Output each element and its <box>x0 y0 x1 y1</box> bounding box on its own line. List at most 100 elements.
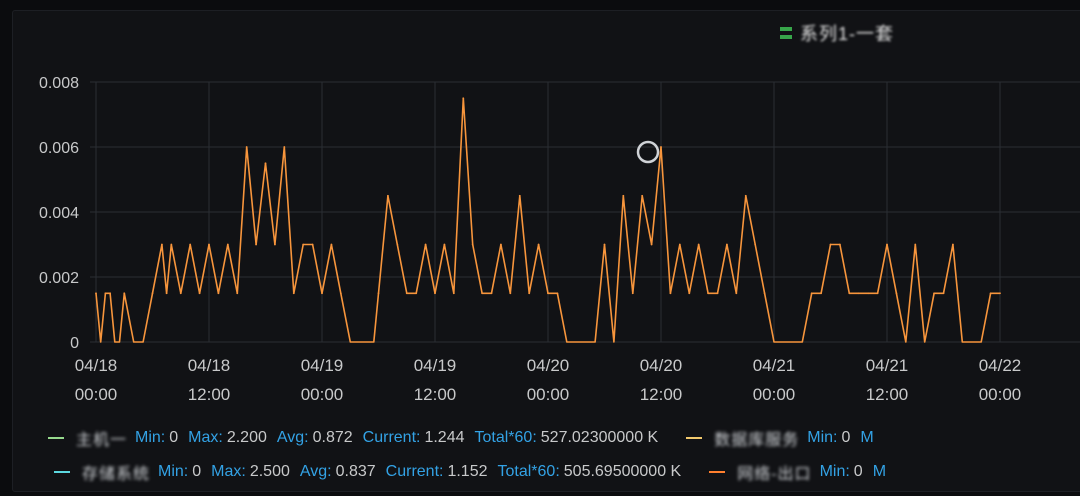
data-point <box>123 292 126 295</box>
data-point <box>104 292 107 295</box>
x-tick-time: 12:00 <box>188 385 231 404</box>
data-point <box>763 292 766 295</box>
x-tick-date: 04/20 <box>527 356 570 375</box>
legend-min-value: 0 <box>192 463 202 480</box>
legend-max-value: 2.200 <box>226 429 267 446</box>
legend-avg-value: 0.837 <box>335 463 376 480</box>
data-point <box>999 292 1001 295</box>
x-tick-time: 12:00 <box>640 385 683 404</box>
data-point <box>556 292 559 295</box>
data-point <box>895 292 898 295</box>
data-point <box>283 146 286 148</box>
legend-min-label: Min: <box>158 463 189 480</box>
chart-svg: 04/18 00:00 04/18 12:00 04/19 00:00 04/19 12:00… <box>39 75 1080 404</box>
data-point <box>848 292 851 295</box>
legend-avg-value: 0.872 <box>312 429 353 446</box>
legend-total-label: Total*60: <box>474 429 537 446</box>
y-axis: 0.008 0.006 0.004 0.002 0 <box>39 75 79 352</box>
legend-series-name[interactable]: 存储系统 <box>82 460 150 484</box>
data-point <box>311 243 314 246</box>
x-tick-date: 04/19 <box>414 356 457 375</box>
y-tick-label: 0 <box>70 335 79 352</box>
data-point <box>500 243 502 246</box>
data-point <box>867 292 870 295</box>
legend-min-value: 0 <box>841 429 851 446</box>
legend-min-label: Min: <box>135 429 166 446</box>
data-point <box>641 194 644 197</box>
x-tick-time: 00:00 <box>301 385 344 404</box>
data-point <box>339 292 342 295</box>
data-point <box>443 243 446 246</box>
data-point <box>161 243 163 246</box>
data-point <box>189 243 192 246</box>
x-tick-date: 04/20 <box>640 356 683 375</box>
data-point <box>226 243 229 246</box>
legend-series-name[interactable]: 主机一 <box>76 426 127 450</box>
data-point <box>264 162 267 165</box>
data-point <box>933 292 935 295</box>
data-point <box>179 292 182 295</box>
data-point <box>989 292 992 295</box>
legend-total-label: Total*60: <box>497 463 560 480</box>
cursor-marker <box>636 140 660 164</box>
legend-current-label: Current: <box>385 463 444 480</box>
x-tick-date: 04/21 <box>753 356 796 375</box>
x-tick-date: 04/19 <box>301 356 344 375</box>
data-point <box>810 292 813 295</box>
data-point <box>509 292 512 295</box>
x-tick-date: 04/21 <box>866 356 909 375</box>
legend-row: 主机一 Min: 0 Max: 2.200 Avg: 0.872 Current: 1.244 T… <box>0 426 1080 450</box>
x-axis: 04/18 00:00 04/18 12:00 04/19 00:00 04/19 12:00… <box>75 356 1022 404</box>
data-point <box>678 243 681 246</box>
data-point <box>726 243 728 246</box>
y-tick-label: 0.002 <box>39 270 79 287</box>
data-point <box>255 243 257 246</box>
data-point <box>415 292 418 295</box>
legend-top[interactable]: 系列1-一套 <box>780 22 894 44</box>
x-tick-time: 00:00 <box>753 385 796 404</box>
legend-color-line[interactable] <box>54 471 70 473</box>
data-point <box>405 292 408 295</box>
x-tick-time: 12:00 <box>414 385 457 404</box>
legend-series-name[interactable]: 网络-出口 <box>737 460 811 484</box>
x-tick-time: 00:00 <box>527 385 570 404</box>
legend-color-line[interactable] <box>686 437 703 439</box>
data-point <box>396 243 399 246</box>
data-point <box>170 243 173 246</box>
data-point <box>914 243 917 246</box>
data-point <box>518 194 521 197</box>
legend-swatch <box>780 27 792 39</box>
data-point <box>471 243 474 246</box>
data-point <box>603 243 606 246</box>
legend-max-label: M <box>872 463 887 480</box>
data-point <box>481 292 483 295</box>
x-tick-time: 12:00 <box>866 385 909 404</box>
data-point <box>952 243 954 246</box>
data-point <box>274 243 276 246</box>
legend-max-label: M <box>860 429 874 446</box>
data-point <box>669 292 672 295</box>
legend-series-name[interactable]: 数据库服务 <box>714 426 799 450</box>
data-point <box>829 243 832 246</box>
legend-total-value: 527.02300000 K <box>540 429 659 446</box>
data-point <box>208 243 210 246</box>
data-point <box>302 243 305 246</box>
data-point <box>650 243 653 246</box>
legend-current-label: Current: <box>362 429 421 446</box>
legend-min-label: Min: <box>807 429 838 446</box>
legend-min-label: Min: <box>819 463 850 480</box>
data-point <box>95 292 97 295</box>
data-point <box>716 292 719 295</box>
data-point <box>198 292 201 295</box>
x-tick-time: 00:00 <box>979 385 1022 404</box>
data-point <box>707 292 709 295</box>
data-point <box>245 146 248 148</box>
data-point <box>151 292 154 295</box>
y-tick-label: 0.006 <box>39 140 79 157</box>
legend-min-value: 0 <box>853 463 863 480</box>
x-tick-date: 04/22 <box>979 356 1022 375</box>
legend-row: 存储系统 Min: 0 Max: 2.500 Avg: 0.837 Current: 1.152… <box>0 460 1080 484</box>
legend-color-line[interactable] <box>48 437 64 439</box>
data-point <box>528 292 531 295</box>
legend-color-line[interactable] <box>709 471 726 473</box>
